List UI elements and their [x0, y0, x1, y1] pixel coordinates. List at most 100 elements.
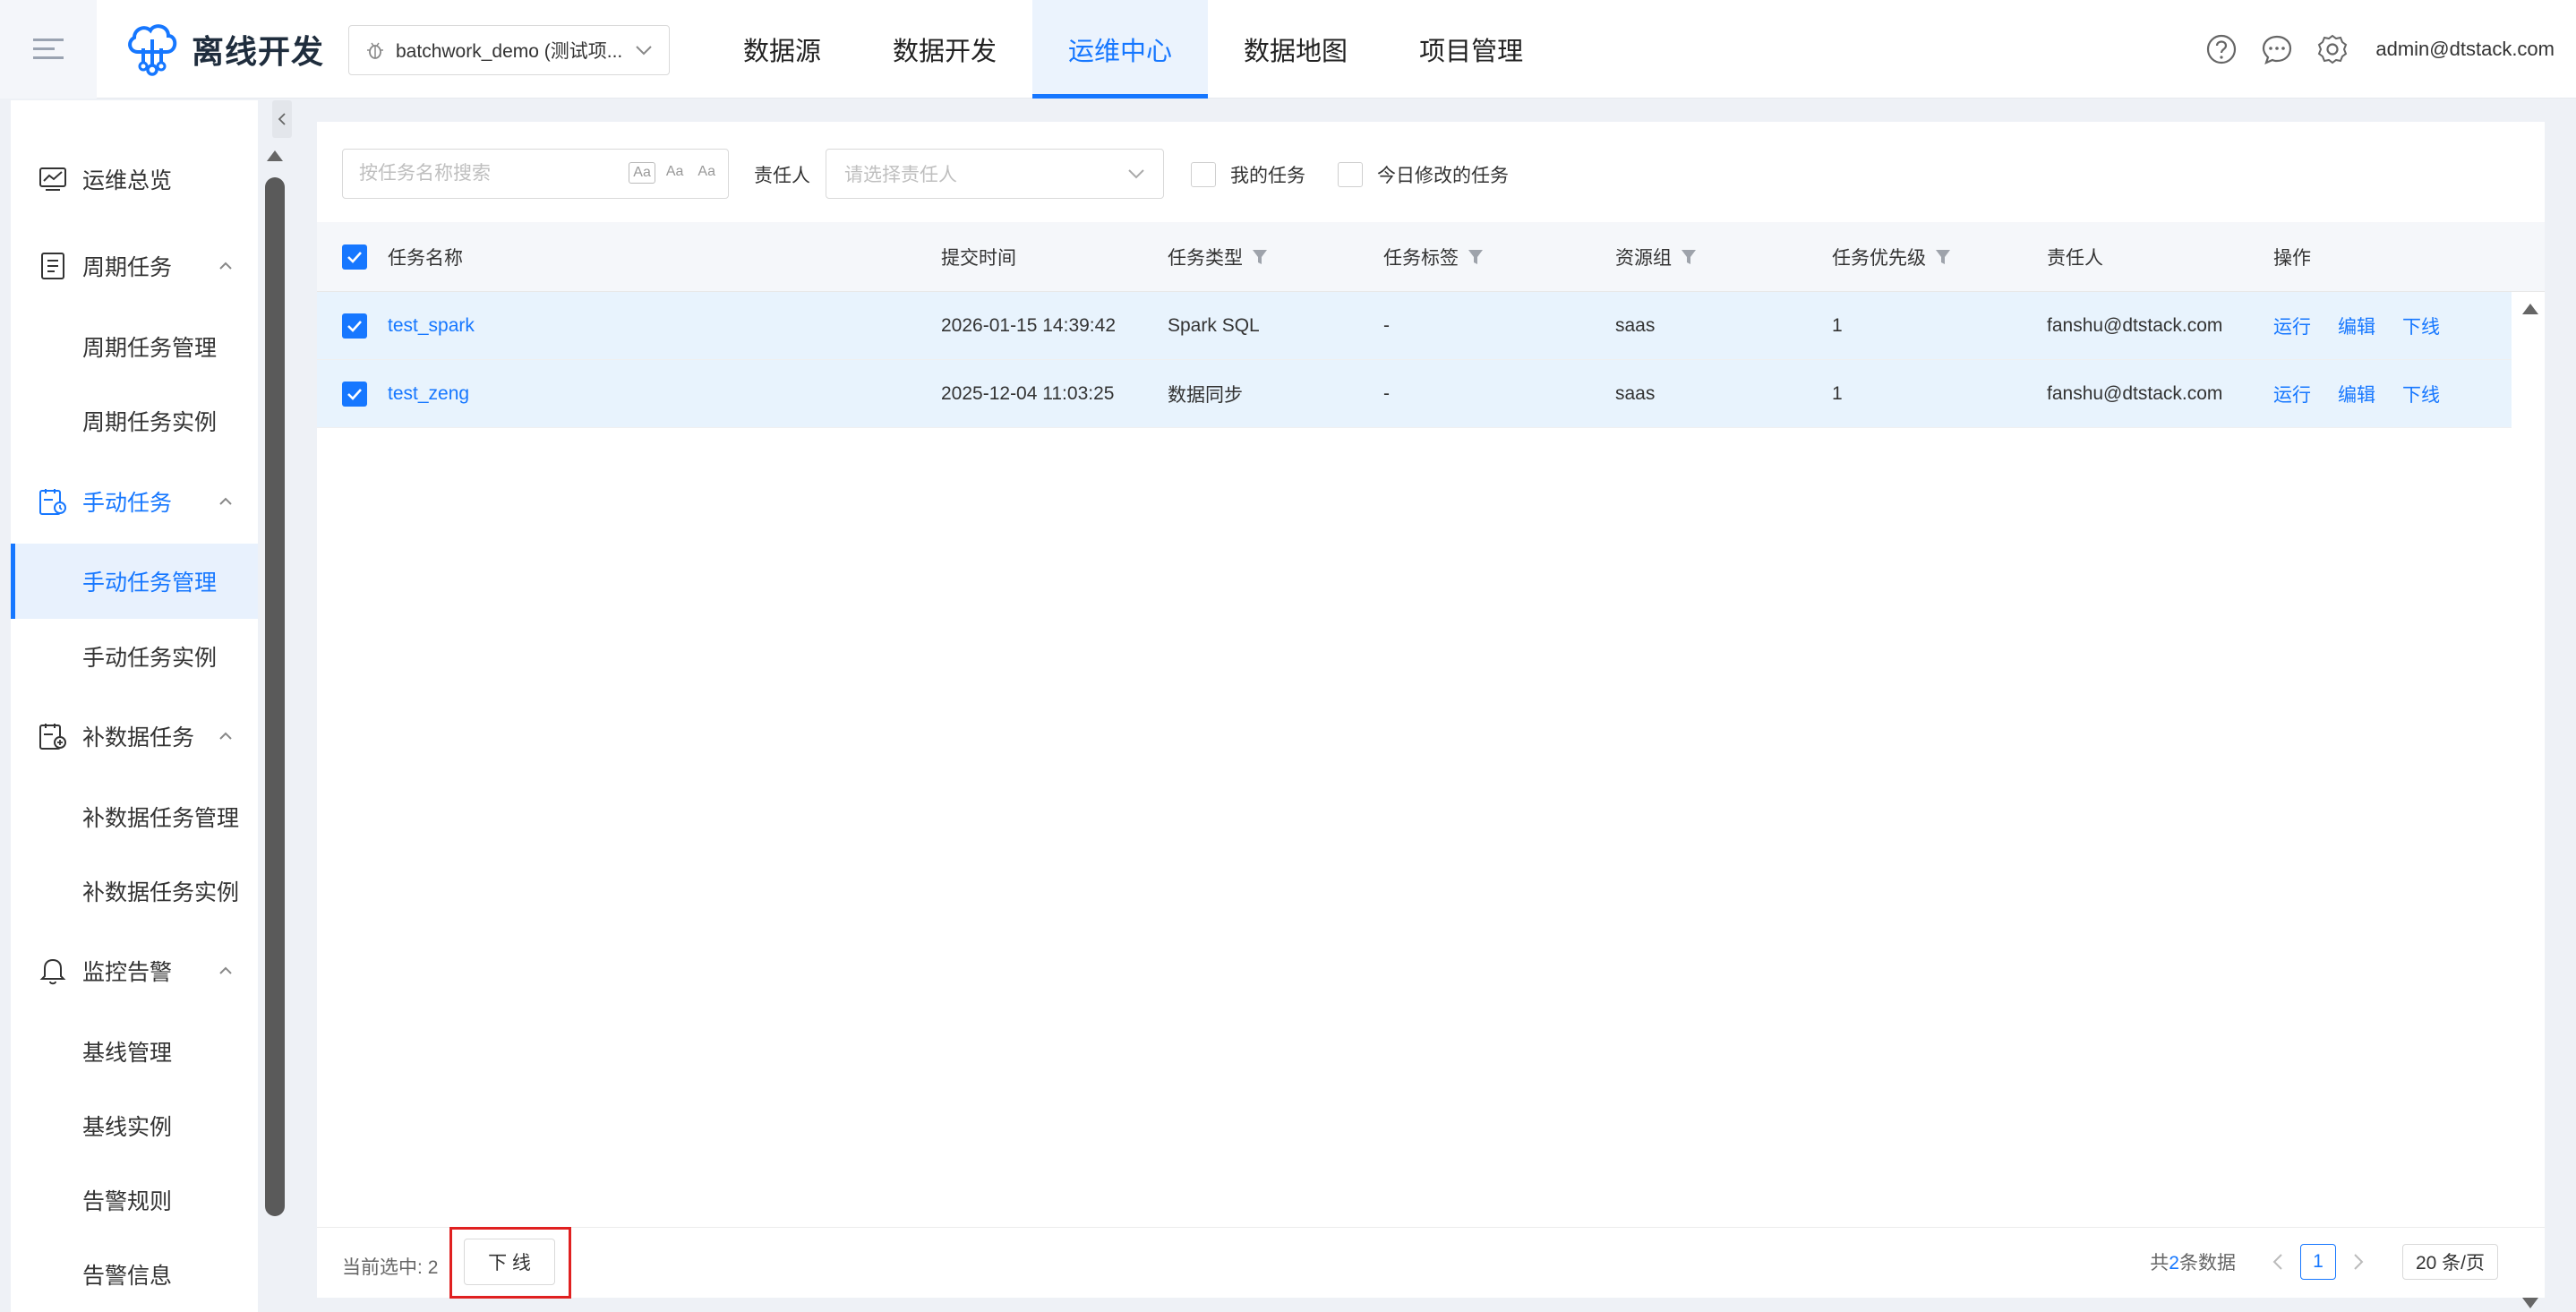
sidebar-scrollbar[interactable]: [265, 177, 285, 1216]
table-footer: 当前选中: 2 下 线 共2条数据 1 20 条/页: [317, 1227, 2545, 1298]
filter-icon[interactable]: [1935, 248, 1951, 266]
cloud-logo-icon: [128, 24, 177, 76]
task-name-link[interactable]: test_spark: [388, 292, 475, 360]
priority-cell: 1: [1832, 315, 1843, 336]
project-select[interactable]: batchwork_demo (测试项...: [348, 25, 670, 75]
sidebar-item-baseline-mgmt[interactable]: 基线管理: [11, 1014, 258, 1089]
app-logo[interactable]: 离线开发: [125, 21, 324, 77]
column-resource-group[interactable]: 资源组: [1615, 222, 1697, 292]
owner-select[interactable]: 请选择责任人: [826, 149, 1164, 199]
sidebar-item-periodic-mgmt[interactable]: 周期任务管理: [11, 309, 258, 384]
document-icon: [38, 251, 68, 281]
chevron-down-icon: [1128, 169, 1144, 179]
run-link[interactable]: 运行: [2273, 381, 2311, 407]
row-checkbox[interactable]: [342, 313, 367, 339]
check-icon: [347, 321, 362, 332]
column-label: 任务优先级: [1832, 248, 1926, 269]
column-label: 任务类型: [1168, 248, 1243, 269]
table-header: 任务名称 提交时间 任务类型 任务标签 资源组 任务优先级 责任人 操作: [317, 222, 2545, 292]
page-size-select[interactable]: 20 条/页: [2401, 1244, 2498, 1280]
sidebar-group-periodic[interactable]: 周期任务: [11, 239, 258, 293]
nav-ops-center[interactable]: 运维中心: [1032, 0, 1209, 99]
today-modified-filter[interactable]: 今日修改的任务: [1338, 161, 1509, 188]
sidebar-item-label: 补数据任务实例: [82, 880, 240, 905]
sidebar-item-manual-mgmt[interactable]: 手动任务管理: [11, 544, 258, 619]
my-tasks-checkbox[interactable]: [1191, 162, 1216, 187]
chevron-up-icon: [215, 255, 236, 277]
search-input[interactable]: [359, 157, 601, 191]
today-modified-checkbox[interactable]: [1338, 162, 1363, 187]
main-nav: 数据源 数据开发 运维中心 数据地图 项目管理: [707, 0, 1559, 99]
offline-link[interactable]: 下线: [2402, 313, 2440, 339]
run-link[interactable]: 运行: [2273, 313, 2311, 339]
sidebar-group-label: 周期任务: [82, 255, 173, 280]
edit-link[interactable]: 编辑: [2338, 381, 2375, 407]
highlight-annotation-box: [449, 1227, 571, 1299]
help-icon[interactable]: [2204, 31, 2239, 67]
sidebar-item-periodic-instance[interactable]: 周期任务实例: [11, 383, 258, 459]
next-page-button[interactable]: [2345, 1248, 2372, 1275]
user-name[interactable]: admin@dtstack.com: [2375, 38, 2555, 61]
column-priority[interactable]: 任务优先级: [1832, 222, 1951, 292]
suffix-match-toggle[interactable]: Aa: [694, 162, 719, 184]
total-prefix: 共: [2150, 1253, 2169, 1273]
sidebar-group-backfill[interactable]: 补数据任务: [11, 709, 258, 763]
sidebar-item-label: 周期任务实例: [82, 410, 218, 435]
search-box: Aa Aa Aa: [342, 149, 729, 199]
sidebar-group-label: 手动任务: [82, 491, 173, 516]
total-count: 共2条数据: [2150, 1248, 2236, 1275]
prefix-match-toggle[interactable]: Aa: [663, 162, 688, 184]
scroll-up-arrow[interactable]: [265, 149, 285, 163]
today-modified-label: 今日修改的任务: [1377, 166, 1509, 186]
nav-datasource[interactable]: 数据源: [707, 0, 857, 99]
filter-icon[interactable]: [1681, 248, 1697, 266]
my-tasks-filter[interactable]: 我的任务: [1191, 161, 1305, 188]
edit-link[interactable]: 编辑: [2338, 313, 2375, 339]
sidebar-item-alert-info[interactable]: 告警信息: [11, 1237, 258, 1312]
task-name-link[interactable]: test_zeng: [388, 360, 469, 428]
sidebar-item-backfill-instance[interactable]: 补数据任务实例: [11, 853, 258, 929]
sidebar-item-alert-rules[interactable]: 告警规则: [11, 1162, 258, 1238]
column-label: 任务标签: [1383, 248, 1459, 269]
total-suffix: 条数据: [2178, 1253, 2236, 1273]
filter-icon[interactable]: [1468, 248, 1484, 266]
settings-icon[interactable]: [2315, 31, 2350, 67]
row-checkbox[interactable]: [342, 382, 367, 407]
bell-icon: [38, 956, 68, 986]
chevron-left-icon: [2272, 1254, 2282, 1270]
table-row[interactable]: test_spark 2026-01-15 14:39:42 Spark SQL…: [317, 292, 2512, 360]
prev-page-button[interactable]: [2264, 1248, 2291, 1275]
offline-link[interactable]: 下线: [2402, 381, 2440, 407]
filter-icon[interactable]: [1252, 248, 1268, 266]
nav-data-map[interactable]: 数据地图: [1208, 0, 1383, 99]
sidebar-item-backfill-mgmt[interactable]: 补数据任务管理: [11, 779, 258, 854]
menu-toggle-button[interactable]: [0, 0, 97, 99]
column-submit-time: 提交时间: [941, 248, 1016, 269]
top-header: 离线开发 batchwork_demo (测试项... 数据源 数据开发 运维中…: [0, 0, 2576, 99]
check-icon: [347, 389, 362, 400]
backfill-icon: [38, 721, 68, 751]
sidebar-item-baseline-instance[interactable]: 基线实例: [11, 1088, 258, 1163]
case-match-toggle[interactable]: Aa: [629, 162, 655, 184]
row-select-cell: [342, 292, 367, 360]
table-row[interactable]: test_zeng 2025-12-04 11:03:25 数据同步 - saa…: [317, 360, 2512, 428]
project-name: batchwork_demo (测试项...: [396, 41, 623, 62]
column-task-tag[interactable]: 任务标签: [1383, 222, 1484, 292]
sidebar-collapse-button[interactable]: [272, 100, 292, 138]
table-scroll-down-arrow[interactable]: [2521, 1297, 2539, 1309]
bug-icon: [367, 42, 383, 59]
select-all-checkbox[interactable]: [342, 244, 367, 270]
nav-data-dev[interactable]: 数据开发: [857, 0, 1032, 99]
selected-label: 当前选中:: [342, 1257, 423, 1278]
task-type-cell: 数据同步: [1168, 385, 1243, 406]
sidebar-group-manual[interactable]: 手动任务: [11, 475, 258, 528]
nav-project-mgmt[interactable]: 项目管理: [1383, 0, 1559, 99]
page-number-button[interactable]: 1: [2299, 1244, 2336, 1280]
message-icon[interactable]: [2259, 31, 2295, 67]
column-task-type[interactable]: 任务类型: [1168, 222, 1268, 292]
search-tools: Aa Aa Aa: [621, 162, 719, 184]
table-scroll-up-arrow[interactable]: [2521, 303, 2539, 315]
sidebar-group-monitor[interactable]: 监控告警: [11, 944, 258, 998]
sidebar-item-overview[interactable]: 运维总览: [11, 152, 258, 206]
sidebar-item-manual-instance[interactable]: 手动任务实例: [11, 619, 258, 694]
